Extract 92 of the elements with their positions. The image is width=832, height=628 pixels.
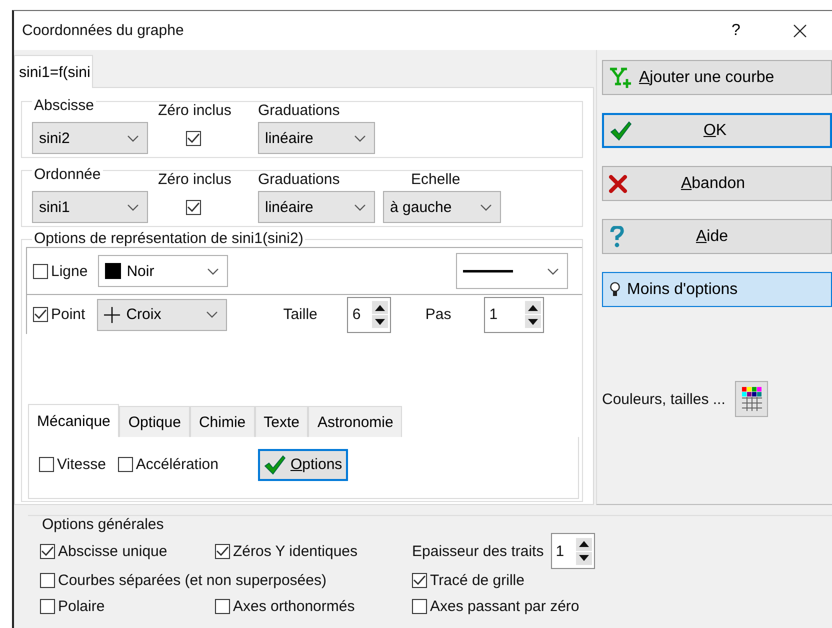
group-label: Options générales [40, 516, 166, 533]
checkbox[interactable] [39, 457, 54, 472]
up-arrow-icon [375, 304, 386, 310]
checkbox[interactable] [40, 573, 55, 588]
chevron-icon [354, 204, 366, 210]
spin-up-button[interactable] [525, 301, 542, 314]
tab[interactable]: Astronomie [308, 406, 402, 437]
ok-button[interactable]: OK [602, 113, 832, 148]
help-button[interactable]: Aide [602, 219, 832, 254]
fewer-options-button[interactable]: Moins d'options [602, 272, 832, 307]
checkbox-label[interactable]: Tracé de grille [430, 572, 524, 589]
colors-label: Couleurs, tailles ... [602, 390, 726, 408]
window-title: Coordonnées du graphe [22, 22, 185, 39]
checkbox[interactable] [186, 200, 200, 214]
tab[interactable]: Chimie [190, 406, 255, 437]
question-mark-icon [609, 226, 625, 248]
checkmark-icon [264, 454, 286, 474]
palette-button[interactable] [735, 381, 768, 417]
cancel-button[interactable]: Abandon [602, 166, 832, 201]
checkbox-label[interactable]: Point [51, 306, 86, 323]
down-arrow-icon [578, 555, 589, 561]
cross-symbol-icon [104, 306, 120, 322]
chevron-icon [547, 268, 559, 274]
column-label: Echelle [410, 171, 462, 188]
column-label: Zéro inclus [158, 102, 232, 119]
column-label: Graduations [258, 102, 341, 119]
checkbox[interactable] [412, 599, 427, 614]
dropdown[interactable]: linéaire [258, 191, 375, 223]
line-style-dropdown[interactable] [456, 253, 568, 289]
spin-field[interactable]: 1 [484, 296, 544, 332]
checkbox-label[interactable]: Abscisse unique [58, 542, 168, 560]
add-curve-button[interactable]: Ajouter une courbe [602, 60, 832, 95]
spin-down-button[interactable] [372, 315, 388, 328]
dropdown[interactable]: sini1 [32, 191, 148, 223]
tab[interactable]: Texte [254, 406, 308, 437]
checkbox-label[interactable]: Zéros Y identiques [233, 542, 358, 560]
chevron-icon [354, 134, 366, 142]
tab[interactable]: Mécanique [28, 404, 120, 437]
solid-line-icon [463, 270, 513, 272]
spin-up-button[interactable] [372, 301, 388, 314]
column-label: Graduations [258, 171, 341, 188]
palette-icon [742, 387, 762, 411]
dropdown[interactable]: linéaire [258, 122, 375, 154]
chevron-icon [127, 204, 139, 210]
checkbox[interactable] [40, 544, 55, 558]
cross-icon [609, 174, 627, 192]
dropdown[interactable]: sini2 [32, 122, 148, 154]
spin-down-button[interactable] [525, 315, 542, 328]
help-button[interactable]: ? [704, 11, 768, 50]
size-label: Taille [283, 306, 318, 323]
checkbox[interactable] [33, 307, 48, 322]
checkbox-label[interactable]: Axes passant par zéro [430, 598, 580, 615]
y-plus-icon [609, 66, 633, 88]
tab[interactable]: sini1=f(sini [14, 55, 94, 88]
checkbox[interactable] [118, 457, 133, 472]
dropdown[interactable]: à gauche [383, 191, 501, 223]
checkbox[interactable] [40, 599, 55, 614]
chevron-icon [206, 311, 218, 318]
checkbox[interactable] [33, 264, 48, 278]
tab[interactable]: Optique [119, 406, 190, 437]
checkbox[interactable] [215, 544, 230, 558]
spin-up-button[interactable] [576, 538, 592, 550]
group-label: Options de représentation de sini1(sini2) [32, 230, 306, 247]
checkbox[interactable] [412, 573, 427, 588]
chevron-icon [206, 268, 219, 274]
up-arrow-icon [578, 541, 589, 547]
step-label: Pas [425, 306, 452, 323]
up-arrow-icon [528, 304, 538, 310]
column-label: Zéro inclus [158, 171, 232, 188]
spin-down-button[interactable] [576, 552, 592, 564]
spin-field[interactable]: 6 [347, 296, 392, 332]
checkbox-label[interactable]: Vitesse [57, 456, 106, 473]
chevron-icon [127, 134, 139, 142]
checkbox-label[interactable]: Ligne [51, 262, 88, 280]
lightbulb-icon [609, 282, 621, 298]
close-icon [793, 24, 807, 38]
checkbox-label[interactable]: Polaire [58, 598, 105, 615]
spin-field[interactable]: 1 [550, 533, 595, 569]
thickness-label: Epaisseur des traits [412, 542, 544, 560]
checkbox-label[interactable]: Courbes séparées (et non superposées) [58, 572, 326, 589]
checkmark-icon [610, 120, 632, 140]
checkbox-label[interactable]: Accélération [136, 456, 218, 473]
checkbox[interactable] [186, 130, 200, 146]
chevron-icon [480, 204, 492, 210]
checkbox[interactable] [215, 599, 230, 614]
dropdown[interactable]: Noir [98, 255, 228, 287]
color-swatch-icon [104, 263, 121, 279]
options-button[interactable]: Options [258, 448, 348, 480]
dropdown[interactable]: Croix [97, 298, 228, 330]
down-arrow-icon [528, 318, 538, 324]
checkbox-label[interactable]: Axes orthonormés [233, 598, 355, 615]
down-arrow-icon [375, 318, 386, 324]
